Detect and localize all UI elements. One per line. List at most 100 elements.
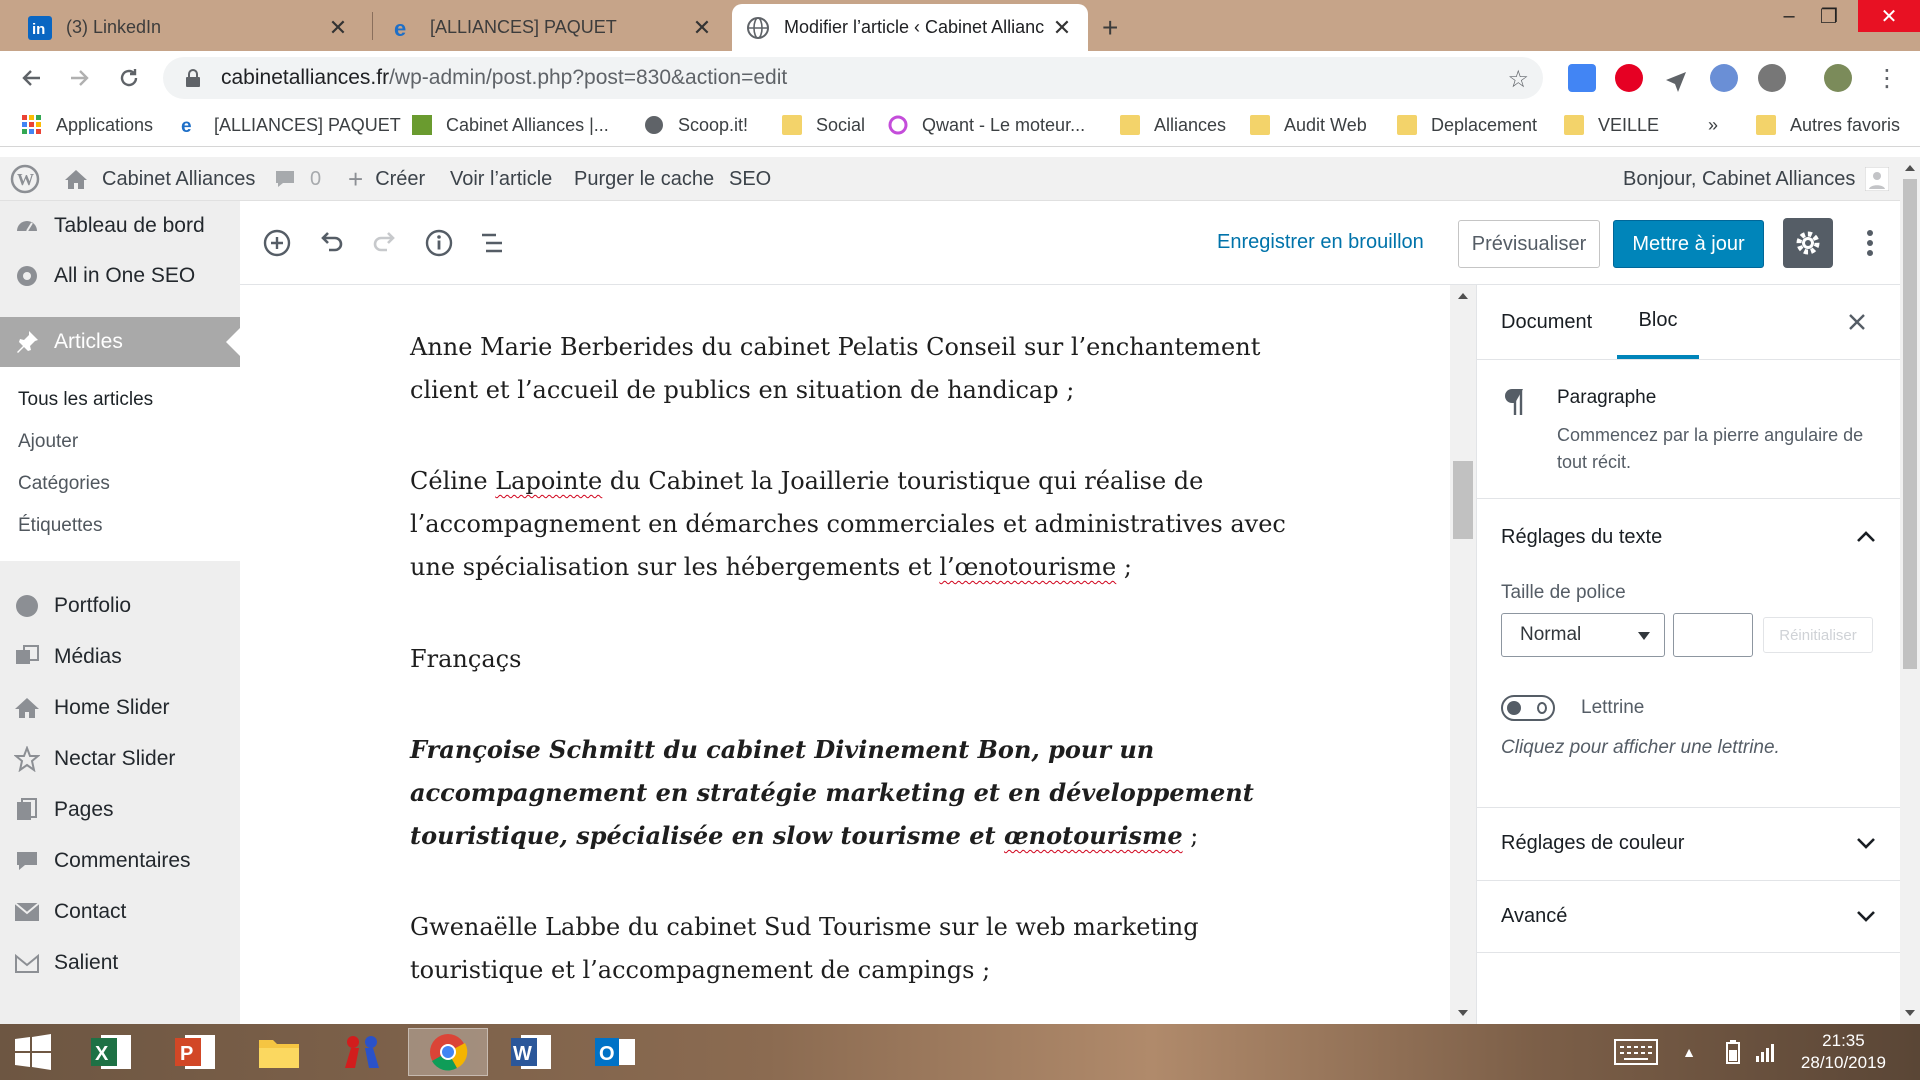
update-button[interactable]: Mettre à jour	[1613, 220, 1764, 268]
menu-salient[interactable]: Salient	[0, 938, 240, 988]
tray-expand-icon[interactable]: ▲	[1674, 1028, 1704, 1076]
reset-font-size-button[interactable]: Réinitialiser	[1763, 617, 1873, 653]
tab-document[interactable]: Document	[1501, 285, 1592, 359]
address-bar[interactable]: cabinetalliances.fr/wp-admin/post.php?po…	[163, 57, 1543, 99]
adminbar-comments[interactable]: 0	[274, 157, 321, 201]
settings-button[interactable]	[1783, 218, 1833, 268]
chevron-up-icon[interactable]	[1854, 525, 1878, 549]
extension-translate-icon[interactable]	[1568, 64, 1596, 92]
menu-media[interactable]: Médias	[0, 632, 240, 682]
page-scroll-thumb[interactable]	[1903, 179, 1917, 669]
close-tab-icon[interactable]: ✕	[326, 15, 350, 41]
menu-all-in-one-seo[interactable]: All in One SEO	[0, 251, 240, 301]
submenu-add[interactable]: Ajouter	[18, 431, 78, 453]
more-options-button[interactable]	[1850, 223, 1890, 263]
adminbar-seo[interactable]: SEO	[729, 157, 771, 201]
submenu-tags[interactable]: Étiquettes	[18, 515, 103, 537]
add-block-button[interactable]	[259, 225, 295, 261]
font-size-input[interactable]	[1673, 613, 1753, 657]
bookmarks-overflow-button[interactable]: »	[1708, 105, 1718, 145]
menu-nectar-slider[interactable]: Nectar Slider	[0, 734, 240, 784]
wordpress-logo-icon[interactable]: W	[10, 157, 40, 201]
new-tab-button[interactable]: +	[1102, 4, 1142, 51]
save-draft-button[interactable]: Enregistrer en brouillon	[1217, 231, 1424, 254]
page-scrollbar[interactable]	[1900, 157, 1920, 1024]
close-tab-icon[interactable]: ✕	[1050, 15, 1074, 41]
start-button[interactable]	[0, 1028, 66, 1076]
bookmark-scoopit[interactable]: Scoop.it!	[644, 105, 748, 145]
drop-cap-toggle[interactable]	[1501, 695, 1555, 721]
back-button[interactable]	[15, 61, 49, 95]
paragraph-block[interactable]: Françaçs	[410, 638, 1310, 681]
editor-scroll-thumb[interactable]	[1453, 461, 1473, 539]
paragraph-block[interactable]: Céline Lapointe du Cabinet la Joaillerie…	[410, 460, 1310, 589]
plane-icon[interactable]	[1662, 64, 1690, 92]
color-settings-toggle[interactable]: Réglages de couleur	[1501, 832, 1684, 855]
bookmark-audit-web[interactable]: Audit Web	[1250, 105, 1367, 145]
paragraph-block[interactable]: Gwenaëlle Labbe du cabinet Sud Tourisme …	[410, 906, 1310, 992]
extension-circle-icon[interactable]	[1710, 64, 1738, 92]
bookmark-veille[interactable]: VEILLE	[1564, 105, 1659, 145]
taskbar-clock[interactable]: 21:35 28/10/2019	[1801, 1030, 1886, 1074]
paragraph-block-selected[interactable]: Françoise Schmitt du cabinet Divinement …	[410, 728, 1310, 858]
taskbar-powerpoint[interactable]: P	[162, 1028, 228, 1076]
reload-button[interactable]	[112, 61, 146, 95]
taskbar-outlook[interactable]: O	[582, 1028, 648, 1076]
advanced-toggle[interactable]: Avancé	[1501, 905, 1567, 928]
tab-modifier-article[interactable]: Modifier l’article ‹ Cabinet Allianc ✕	[732, 4, 1088, 51]
menu-dashboard[interactable]: Tableau de bord	[0, 201, 240, 251]
bookmark-cabinet-alliances[interactable]: Cabinet Alliances |...	[412, 105, 609, 145]
close-icon[interactable]	[1845, 310, 1869, 334]
submenu-categories[interactable]: Catégories	[18, 473, 110, 495]
adminbar-purge-cache[interactable]: Purger le cache	[574, 157, 714, 201]
taskbar-word[interactable]: W	[498, 1028, 564, 1076]
menu-portfolio[interactable]: Portfolio	[0, 581, 240, 631]
profile-avatar[interactable]	[1824, 64, 1852, 92]
taskbar-app-people[interactable]	[330, 1028, 396, 1076]
adminbar-view-post[interactable]: Voir l’article	[450, 157, 552, 201]
redo-button[interactable]	[367, 225, 403, 261]
taskbar-file-explorer[interactable]	[246, 1028, 312, 1076]
close-tab-icon[interactable]: ✕	[690, 15, 714, 41]
signal-icon[interactable]	[1752, 1028, 1782, 1076]
chevron-down-icon[interactable]	[1854, 904, 1878, 928]
menu-pages[interactable]: Pages	[0, 785, 240, 835]
bookmark-qwant[interactable]: Qwant - Le moteur...	[888, 105, 1085, 145]
forward-button[interactable]	[62, 61, 96, 95]
keyboard-icon[interactable]	[1606, 1028, 1666, 1076]
editor-scrollbar[interactable]	[1450, 285, 1476, 1024]
undo-button[interactable]	[313, 225, 349, 261]
adminbar-account[interactable]: Bonjour, Cabinet Alliances	[1623, 157, 1890, 201]
menu-articles[interactable]: Articles	[0, 317, 240, 367]
info-button[interactable]	[421, 225, 457, 261]
bookmark-applications[interactable]: Applications	[22, 105, 153, 145]
text-settings-toggle[interactable]: Réglages du texte	[1501, 526, 1662, 549]
bookmark-star-icon[interactable]: ☆	[1507, 65, 1529, 94]
font-size-select[interactable]: Normal	[1501, 613, 1665, 657]
chevron-down-icon[interactable]	[1854, 831, 1878, 855]
browser-menu-icon[interactable]: ⋮	[1870, 61, 1904, 95]
bookmark-social[interactable]: Social	[782, 105, 865, 145]
taskbar-chrome[interactable]	[408, 1028, 488, 1076]
tab-linkedin[interactable]: in (3) LinkedIn ✕	[14, 4, 364, 51]
menu-home-slider[interactable]: Home Slider	[0, 683, 240, 733]
bookmark-deplacement[interactable]: Deplacement	[1397, 105, 1537, 145]
tab-alliances-paquet[interactable]: e [ALLIANCES] PAQUET ✕	[378, 4, 728, 51]
bookmark-other[interactable]: Autres favoris	[1756, 105, 1900, 145]
pinterest-icon[interactable]	[1615, 64, 1643, 92]
submenu-all-articles[interactable]: Tous les articles	[18, 389, 153, 411]
preview-button[interactable]: Prévisualiser	[1458, 220, 1600, 268]
extension-ball-icon[interactable]	[1758, 64, 1786, 92]
tab-block[interactable]: Bloc	[1617, 285, 1699, 359]
bookmark-alliances-folder[interactable]: Alliances	[1120, 105, 1226, 145]
menu-comments[interactable]: Commentaires	[0, 836, 240, 886]
bookmark-alliances-paquet[interactable]: e [ALLIANCES] PAQUET	[180, 105, 401, 145]
menu-contact[interactable]: Contact	[0, 887, 240, 937]
adminbar-new[interactable]: + Créer	[348, 157, 425, 201]
block-navigation-button[interactable]	[475, 225, 511, 261]
maximize-icon[interactable]: ❐	[1800, 0, 1858, 32]
adminbar-site[interactable]: Cabinet Alliances	[64, 157, 255, 201]
taskbar-excel[interactable]: X	[78, 1028, 144, 1076]
paragraph-block[interactable]: Anne Marie Berberides du cabinet Pelatis…	[410, 326, 1310, 412]
battery-icon[interactable]	[1718, 1028, 1748, 1076]
